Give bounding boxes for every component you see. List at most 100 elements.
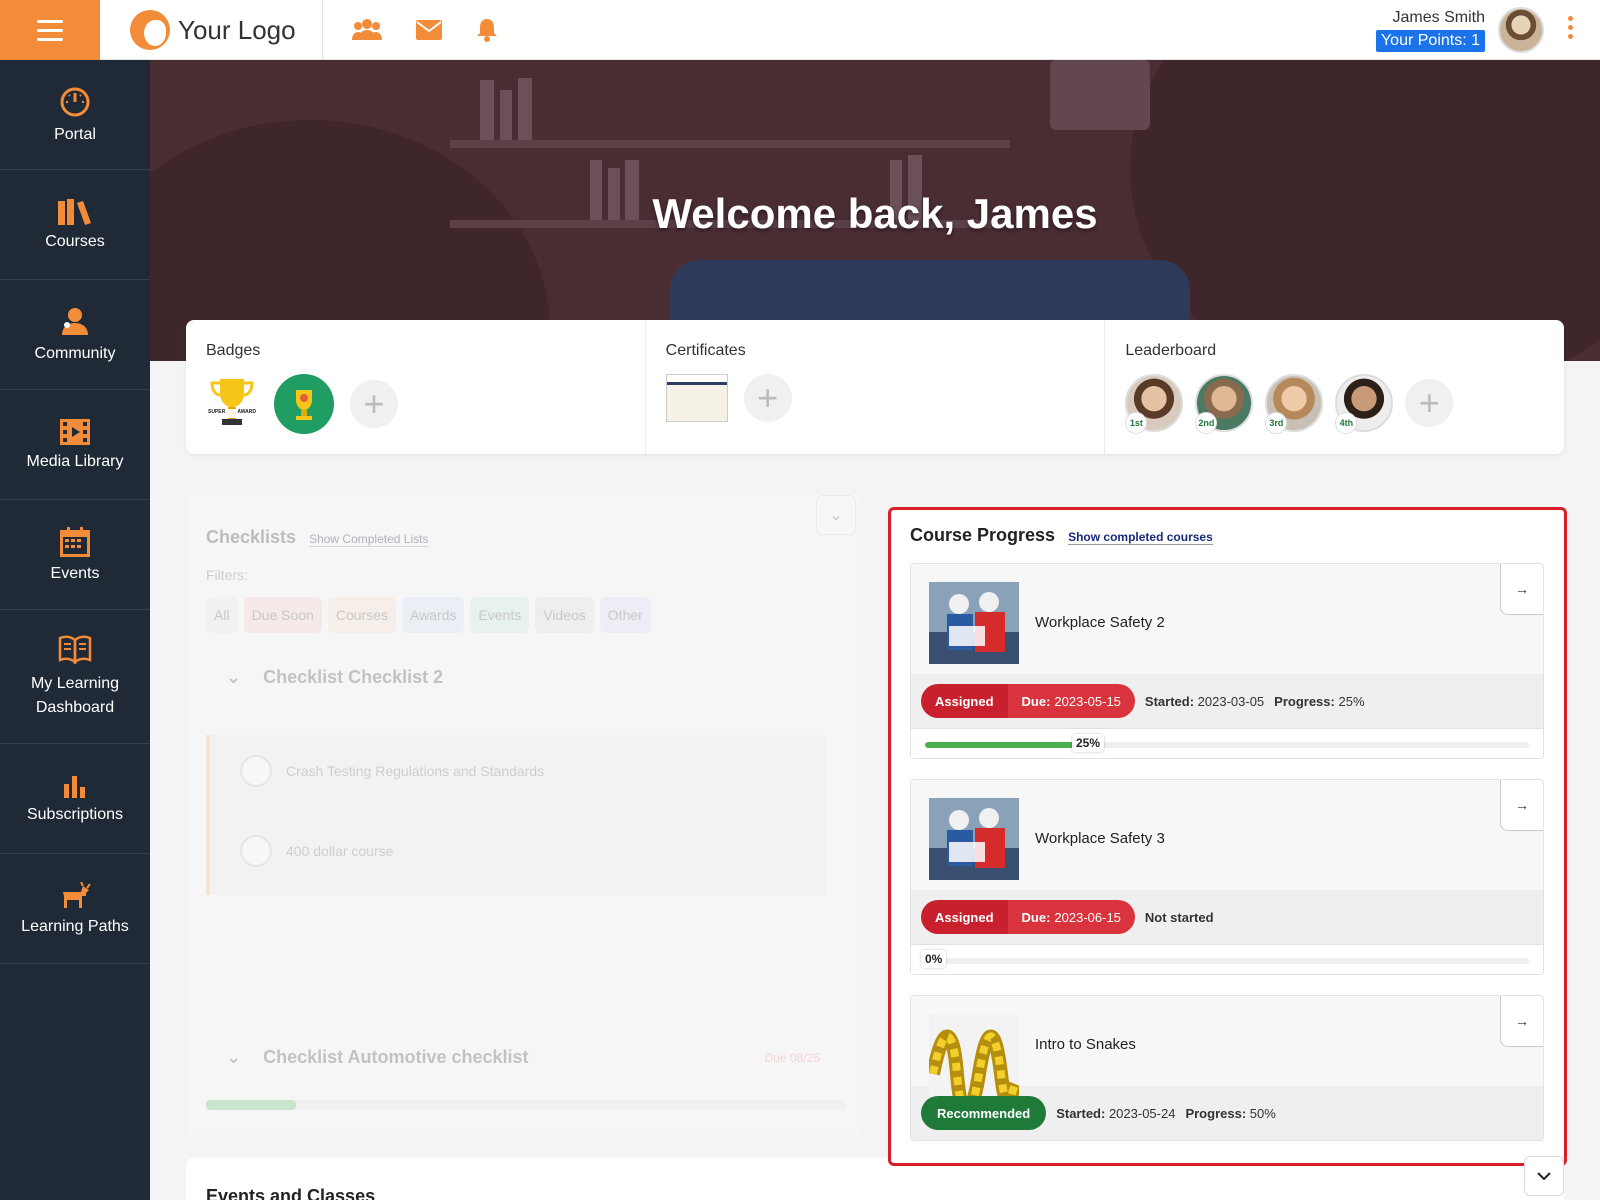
started-value: 2023-03-05 [1197,693,1265,709]
leaderboard-card: Leaderboard 1st 2nd 3rd 4th + [1105,320,1564,454]
hero-book [480,80,494,140]
arrow-right-icon[interactable]: → [1500,780,1543,831]
sidebar-item-label: Subscriptions [26,805,124,823]
award-badge-icon[interactable] [274,374,334,434]
checklist-items: Crash Testing Regulations and Standards … [206,735,826,895]
started-info: Started: 2023-05-24 [1056,1106,1175,1121]
film-icon [60,418,90,445]
course-progress-title-text: Course Progress [910,525,1056,545]
badges-card: Badges SUPER AWARD + [186,320,646,454]
course-name[interactable]: Workplace Safety 2 [1035,614,1165,631]
course-progress-panel: Course Progress Show completed courses W… [892,511,1563,1162]
filter-events[interactable]: Events [470,597,530,633]
sidebar-item-media-library[interactable]: Media Library [0,390,150,500]
sidebar-item-my-learning-dashboard[interactable]: My Learning Dashboard [0,610,150,744]
rank-label: 4th [1335,412,1358,434]
course-card[interactable]: Workplace Safety 2 → Assigned Due: 2023-0… [910,563,1544,759]
due-label: Due 08/25 [764,1051,820,1065]
goat-icon [63,881,91,908]
leaderboard-avatar[interactable]: 1st [1125,374,1184,434]
arrow-right-icon[interactable]: → [1500,996,1543,1047]
sidebar-item-portal[interactable]: Portal [0,60,150,170]
course-progress-bar: 25% [911,728,1543,758]
more-options-icon[interactable] [1568,16,1574,39]
course-name[interactable]: Workplace Safety 3 [1035,830,1165,847]
filter-all[interactable]: All [206,597,238,633]
status-badge: Assigned Due: 2023-06-15 [921,900,1135,934]
hero-book [518,78,532,140]
chevron-down-icon[interactable] [1524,1156,1564,1196]
progress-fill [925,742,1076,748]
course-card[interactable]: Intro to Snakes → Recommended Started: 2… [910,995,1544,1141]
sidebar-item-learning-paths[interactable]: Learning Paths [0,854,150,964]
add-badge-button[interactable]: + [350,380,398,428]
logo[interactable]: Your Logo [130,0,296,60]
badge-text-bottom: AWARD [237,409,256,415]
filters-label: Filters: [206,567,248,583]
sidebar-item-label: Learning Paths [21,917,129,935]
checklists-panel: ⌄ Checklists Show Completed Lists Filter… [186,495,860,1135]
sidebar-item-subscriptions[interactable]: Subscriptions [0,744,150,854]
arrow-right-icon[interactable]: → [1500,564,1543,615]
hero-book [500,90,512,140]
checkbox-circle[interactable] [240,835,272,867]
show-completed-lists-link[interactable]: Show Completed Lists [309,532,429,547]
filter-courses[interactable]: Courses [327,597,396,633]
course-name[interactable]: Intro to Snakes [1035,1036,1136,1053]
sidebar-item-events[interactable]: Events [0,500,150,610]
add-certificate-button[interactable]: + [743,374,792,422]
certificate-thumbnail[interactable] [665,374,728,422]
course-meta: Assigned Due: 2023-06-15 Not started [911,890,1543,944]
sidebar-item-label: My Learning Dashboard [30,675,120,716]
filter-chips: All Due Soon Courses Awards Events Video… [206,597,651,633]
topbar-divider [322,0,323,60]
checklists-title-text: Checklists [206,527,297,547]
sidebar-item-label: Community [34,344,116,362]
progress-bar-label: 0% [921,950,947,968]
people-icon[interactable] [352,18,382,42]
user-name[interactable]: James Smith [1393,9,1485,27]
trophy-badge-icon[interactable]: SUPER AWARD [206,375,258,433]
sidebar-item-label: Courses [45,232,105,250]
add-leaderboard-button[interactable]: + [1405,379,1454,427]
rank-label: 2nd [1195,412,1218,434]
started-value: 2023-05-24 [1108,1105,1176,1121]
due-label: Due: [1021,909,1051,925]
books-icon [58,198,91,225]
sidebar-item-courses[interactable]: Courses [0,170,150,280]
user-avatar[interactable] [1498,7,1544,53]
filter-due-soon[interactable]: Due Soon [243,597,322,633]
course-progress-bar: 0% [911,944,1543,974]
points-badge[interactable]: Your Points: 1 [1375,30,1485,52]
course-card[interactable]: Workplace Safety 3 → Assigned Due: 2023-0… [910,779,1544,975]
leaderboard-avatar[interactable]: 2nd [1195,374,1254,434]
menu-toggle-button[interactable] [0,0,100,60]
bell-icon[interactable] [476,18,498,42]
checklist-item[interactable]: Crash Testing Regulations and Standards [240,755,544,787]
chevron-down-icon[interactable]: ⌄ [816,495,856,535]
filter-awards[interactable]: Awards [401,597,465,633]
bar-chart-icon [64,775,85,798]
community-icon [62,307,88,335]
mail-icon[interactable] [416,20,442,40]
checklist-section-2[interactable]: ⌄ Checklist Automotive checklist [226,1047,529,1068]
certificates-title: Certificates [665,342,746,359]
elephant-logo-icon [130,10,170,50]
sidebar-item-label: Portal [54,125,96,143]
checklist-section-1[interactable]: ⌄ Checklist Checklist 2 [226,667,443,688]
course-thumbnail [929,1014,1019,1096]
status-label: Assigned [921,900,1008,934]
leaderboard-avatar[interactable]: 4th [1335,374,1394,434]
filter-other[interactable]: Other [599,597,651,633]
show-completed-courses-link[interactable]: Show completed courses [1068,530,1213,545]
checklist-item[interactable]: 400 dollar course [240,835,393,867]
leaderboard-avatar[interactable]: 3rd [1265,374,1324,434]
checkbox-circle[interactable] [240,755,272,787]
badges-title: Badges [206,342,261,359]
summary-cards: Badges SUPER AWARD + Certificates + Lead… [186,320,1564,454]
checklist-progress-bar [206,1100,846,1110]
started-label: Started: [1056,1105,1106,1121]
sidebar-item-community[interactable]: Community [0,280,150,390]
gauge-icon [60,87,90,116]
filter-videos[interactable]: Videos [535,597,594,633]
